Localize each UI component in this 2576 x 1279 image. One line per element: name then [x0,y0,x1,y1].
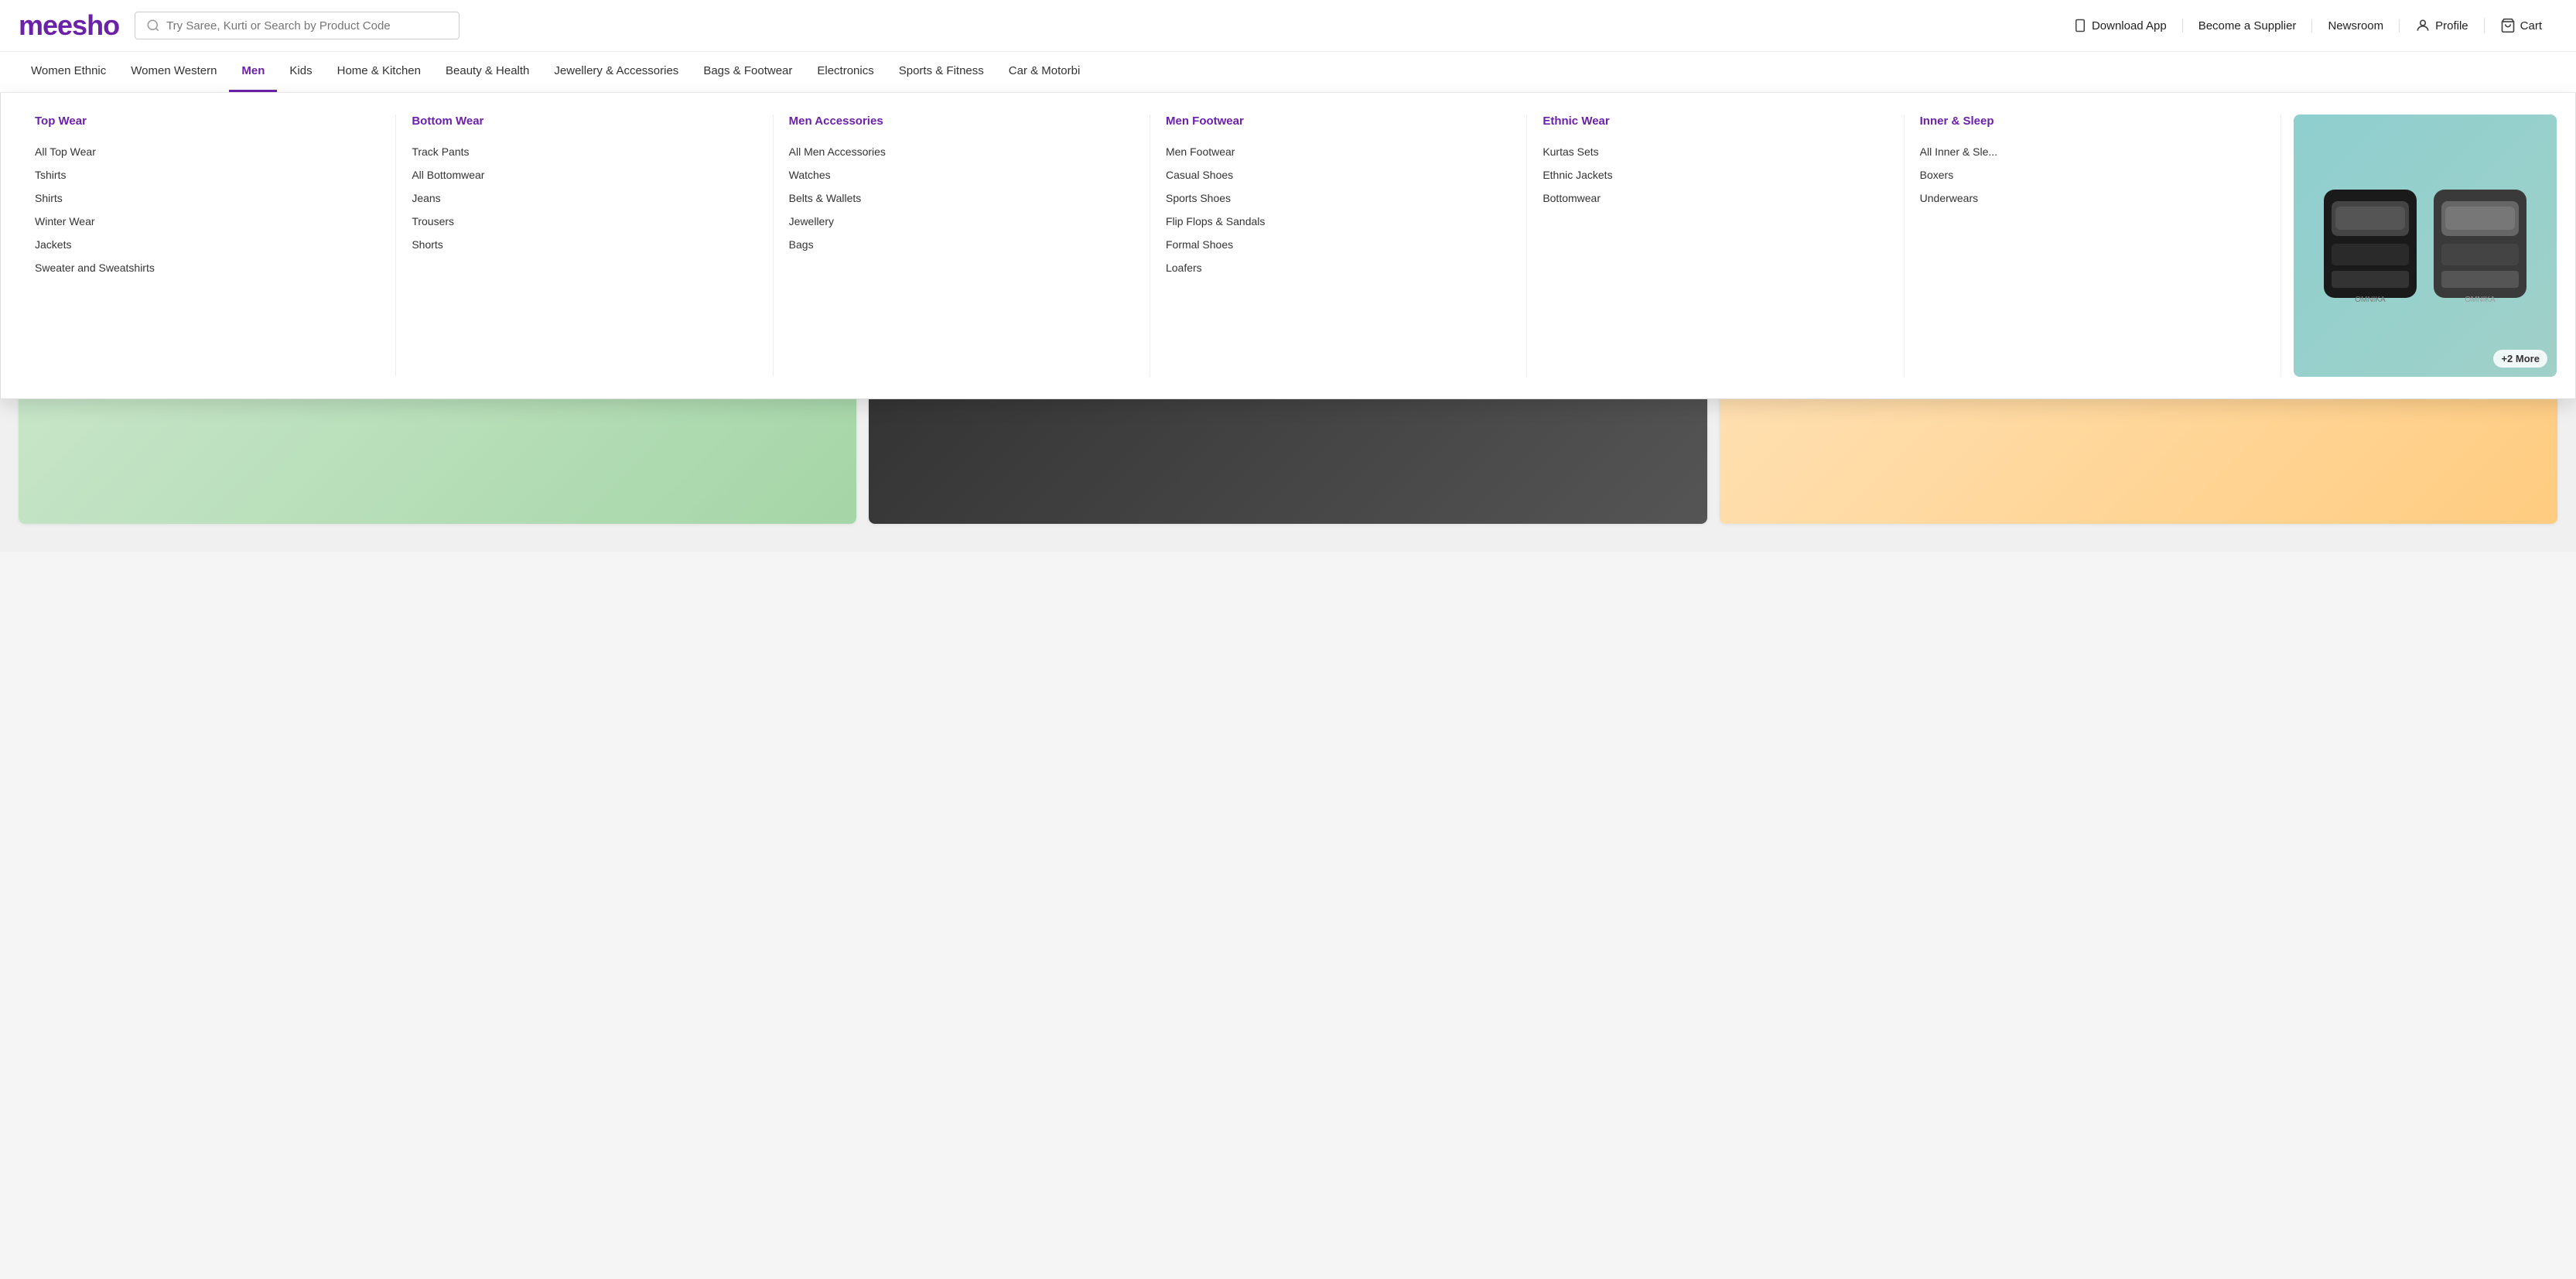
dropdown-col-top-wear: Top Wear All Top Wear Tshirts Shirts Win… [19,115,396,377]
dropdown-item[interactable]: Kurtas Sets [1543,140,1888,163]
dropdown-item[interactable]: Winter Wear [35,210,380,233]
download-app-button[interactable]: Download App [2058,19,2183,32]
more-badge: +2 More [2493,350,2547,368]
cart-icon [2500,18,2516,33]
dropdown-title-men-footwear: Men Footwear [1166,115,1511,128]
nav-item-men[interactable]: Men [229,52,277,92]
dropdown-item[interactable]: Underwears [1920,186,2265,210]
dropdown-item[interactable]: All Top Wear [35,140,380,163]
dropdown-col-men-footwear: Men Footwear Men Footwear Casual Shoes S… [1150,115,1527,377]
dropdown-image-panel: OMNIKA OMNIKA +2 More [2294,115,2557,377]
dropdown-item[interactable]: Bags [789,233,1134,256]
nav-item-kids[interactable]: Kids [277,52,324,92]
svg-text:OMNIKA: OMNIKA [2355,296,2386,304]
svg-text:OMNIKA: OMNIKA [2465,296,2496,304]
dropdown-col-inner-sleep: Inner & Sleep All Inner & Sle... Boxers … [1905,115,2281,377]
dropdown-product-image[interactable]: OMNIKA OMNIKA +2 More [2294,115,2557,377]
dropdown-item[interactable]: Ethnic Jackets [1543,163,1888,186]
cart-button[interactable]: Cart [2485,18,2557,33]
dropdown-item[interactable]: Men Footwear [1166,140,1511,163]
nav-item-bags-footwear[interactable]: Bags & Footwear [691,52,805,92]
dropdown-title-bottom-wear: Bottom Wear [412,115,757,128]
dropdown-item[interactable]: All Inner & Sle... [1920,140,2265,163]
dropdown-title-ethnic-wear: Ethnic Wear [1543,115,1888,128]
search-input[interactable] [166,19,448,32]
mobile-icon [2073,19,2087,32]
dropdown-item[interactable]: Formal Shoes [1166,233,1511,256]
nav-item-home-kitchen[interactable]: Home & Kitchen [325,52,433,92]
dropdown-item[interactable]: Casual Shoes [1166,163,1511,186]
nav-item-beauty-health[interactable]: Beauty & Health [433,52,542,92]
dropdown-col-ethnic-wear: Ethnic Wear Kurtas Sets Ethnic Jackets B… [1527,115,1904,377]
dropdown-item[interactable]: Watches [789,163,1134,186]
dropdown-title-top-wear: Top Wear [35,115,380,128]
dropdown-col-men-accessories: Men Accessories All Men Accessories Watc… [774,115,1150,377]
header: meesho Download App Become a Supplier Ne… [0,0,2576,52]
logo[interactable]: meesho [19,9,119,42]
search-bar[interactable] [135,12,460,39]
dropdown-item[interactable]: Shirts [35,186,380,210]
dropdown-item[interactable]: Loafers [1166,256,1511,279]
dropdown-title-men-accessories: Men Accessories [789,115,1134,128]
dropdown-item[interactable]: Boxers [1920,163,2265,186]
nav-item-sports-fitness[interactable]: Sports & Fitness [887,52,996,92]
newsroom-button[interactable]: Newsroom [2312,19,2400,32]
dropdown-item[interactable]: Shorts [412,233,757,256]
sandal-visual: OMNIKA OMNIKA [2304,166,2546,325]
dropdown-col-bottom-wear: Bottom Wear Track Pants All Bottomwear J… [396,115,773,377]
dropdown-item[interactable]: All Men Accessories [789,140,1134,163]
profile-icon [2415,18,2431,33]
search-icon [146,19,160,32]
dropdown-item[interactable]: Belts & Wallets [789,186,1134,210]
nav-bar: Women Ethnic Women Western Men Kids Home… [0,52,2576,93]
dropdown-item[interactable]: Flip Flops & Sandals [1166,210,1511,233]
become-supplier-button[interactable]: Become a Supplier [2183,19,2313,32]
dropdown-title-inner-sleep: Inner & Sleep [1920,115,2265,128]
dropdown-item[interactable]: Jewellery [789,210,1134,233]
nav-item-car-motorbi[interactable]: Car & Motorbi [996,52,1093,92]
header-actions: Download App Become a Supplier Newsroom … [2058,18,2557,33]
sandal-svg-2: OMNIKA [2430,182,2530,306]
dropdown-item[interactable]: Sports Shoes [1166,186,1511,210]
nav-item-jewellery[interactable]: Jewellery & Accessories [542,52,691,92]
dropdown-item[interactable]: Jackets [35,233,380,256]
sandal-svg-1: OMNIKA [2320,182,2421,306]
nav-container: Women Ethnic Women Western Men Kids Home… [0,52,2576,93]
mega-dropdown: Top Wear All Top Wear Tshirts Shirts Win… [0,93,2576,399]
dropdown-item[interactable]: Jeans [412,186,757,210]
nav-item-women-ethnic[interactable]: Women Ethnic [19,52,118,92]
dropdown-item[interactable]: Track Pants [412,140,757,163]
dropdown-item[interactable]: Sweater and Sweatshirts [35,256,380,279]
nav-item-women-western[interactable]: Women Western [118,52,229,92]
nav-item-electronics[interactable]: Electronics [805,52,886,92]
dropdown-item[interactable]: All Bottomwear [412,163,757,186]
dropdown-item[interactable]: Bottomwear [1543,186,1888,210]
dropdown-item[interactable]: Trousers [412,210,757,233]
dropdown-item[interactable]: Tshirts [35,163,380,186]
profile-button[interactable]: Profile [2400,18,2485,33]
